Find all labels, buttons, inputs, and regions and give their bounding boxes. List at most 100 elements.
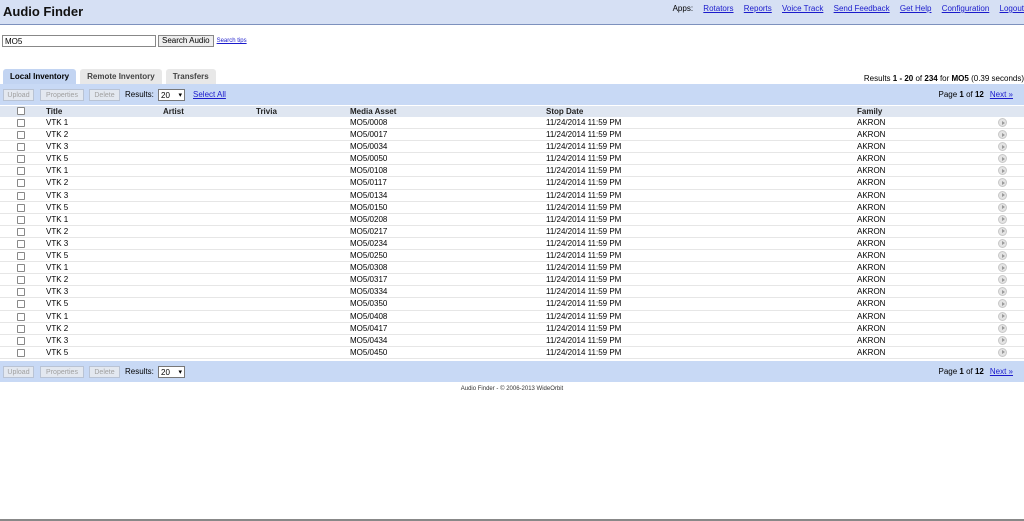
table-row[interactable]: VTK 1 MO5/0408 11/24/2014 11:59 PM AKRON <box>0 311 1024 323</box>
row-checkbox[interactable] <box>17 239 25 248</box>
play-icon[interactable] <box>998 142 1007 152</box>
column-artist[interactable]: Artist <box>163 107 184 116</box>
play-icon[interactable] <box>998 178 1007 188</box>
upload-button[interactable]: Upload <box>3 89 34 101</box>
play-icon[interactable] <box>998 311 1007 321</box>
table-row[interactable]: VTK 3 MO5/0434 11/24/2014 11:59 PM AKRON <box>0 335 1024 347</box>
row-checkbox[interactable] <box>17 179 25 188</box>
row-checkbox[interactable] <box>17 143 25 152</box>
results-per-page-select-bottom[interactable]: 20 ▾ <box>158 366 185 378</box>
play-icon[interactable] <box>998 335 1007 345</box>
row-checkbox[interactable] <box>17 227 25 236</box>
table-row[interactable]: VTK 5 MO5/0250 11/24/2014 11:59 PM AKRON <box>0 250 1024 263</box>
row-checkbox[interactable] <box>17 215 25 224</box>
select-all-link[interactable]: Select All <box>193 90 226 99</box>
table-row[interactable]: VTK 3 MO5/0234 11/24/2014 11:59 PM AKRON <box>0 238 1024 251</box>
table-row[interactable]: VTK 1 MO5/0008 11/24/2014 11:59 PM AKRON <box>0 117 1024 130</box>
get-help-link[interactable]: Get Help <box>900 4 932 13</box>
play-icon[interactable] <box>998 202 1007 212</box>
play-icon[interactable] <box>998 130 1007 140</box>
row-checkbox[interactable] <box>17 191 25 200</box>
row-checkbox[interactable] <box>17 264 25 273</box>
play-icon[interactable] <box>998 287 1007 297</box>
table-row[interactable]: VTK 5 MO5/0350 11/24/2014 11:59 PM AKRON <box>0 298 1024 311</box>
cell-media-asset: MO5/0034 <box>350 142 388 152</box>
play-icon[interactable] <box>998 166 1007 176</box>
column-stop-date[interactable]: Stop Date <box>546 107 583 116</box>
next-page-link[interactable]: Next » <box>990 90 1013 99</box>
row-checkbox[interactable] <box>17 276 25 285</box>
cell-stop-date: 11/24/2014 11:59 PM <box>546 347 622 357</box>
play-icon[interactable] <box>998 154 1007 164</box>
search-input[interactable] <box>2 35 156 47</box>
row-checkbox[interactable] <box>17 167 25 176</box>
play-icon[interactable] <box>998 214 1007 224</box>
table-row[interactable]: VTK 3 MO5/0134 11/24/2014 11:59 PM AKRON <box>0 190 1024 202</box>
play-icon[interactable] <box>998 226 1007 236</box>
page-count: 12 <box>974 90 984 99</box>
send-feedback-link[interactable]: Send Feedback <box>834 4 890 13</box>
results-query: MO5 <box>951 74 969 83</box>
row-checkbox[interactable] <box>17 119 25 127</box>
configuration-link[interactable]: Configuration <box>942 4 990 13</box>
search-audio-button[interactable]: Search Audio <box>158 35 214 47</box>
play-icon[interactable] <box>998 323 1007 333</box>
play-icon[interactable] <box>998 347 1007 357</box>
play-icon[interactable] <box>998 299 1007 309</box>
play-icon[interactable] <box>998 118 1007 127</box>
delete-button-bottom[interactable]: Delete <box>89 366 120 378</box>
voice-track-link[interactable]: Voice Track <box>782 4 823 13</box>
play-icon[interactable] <box>998 238 1007 248</box>
results-info: Results 1 - 20 of 234 for MO5 (0.39 seco… <box>864 74 1024 83</box>
tab-remote-inventory[interactable]: Remote Inventory <box>80 69 162 84</box>
select-all-checkbox[interactable] <box>17 107 25 115</box>
row-checkbox[interactable] <box>17 336 25 345</box>
column-media-asset[interactable]: Media Asset <box>350 107 396 116</box>
play-icon[interactable] <box>998 275 1007 285</box>
column-trivia[interactable]: Trivia <box>256 107 277 116</box>
results-per-page-select[interactable]: 20 ▾ <box>158 89 185 101</box>
table-row[interactable]: VTK 2 MO5/0117 11/24/2014 11:59 PM AKRON <box>0 177 1024 190</box>
row-checkbox[interactable] <box>17 131 25 140</box>
cell-title: VTK 3 <box>46 238 69 248</box>
play-icon[interactable] <box>998 190 1007 200</box>
table-row[interactable]: VTK 2 MO5/0217 11/24/2014 11:59 PM AKRON <box>0 226 1024 238</box>
column-title[interactable]: Title <box>46 107 62 116</box>
results-per-page-value: 20 <box>161 91 170 100</box>
table-row[interactable]: VTK 3 MO5/0334 11/24/2014 11:59 PM AKRON <box>0 286 1024 299</box>
row-checkbox[interactable] <box>17 312 25 321</box>
row-checkbox[interactable] <box>17 203 25 212</box>
table-row[interactable]: VTK 1 MO5/0308 11/24/2014 11:59 PM AKRON <box>0 262 1024 275</box>
table-row[interactable]: VTK 3 MO5/0034 11/24/2014 11:59 PM AKRON <box>0 141 1024 154</box>
upload-button-bottom[interactable]: Upload <box>3 366 34 378</box>
row-checkbox[interactable] <box>17 300 25 309</box>
row-checkbox[interactable] <box>17 155 25 164</box>
play-icon[interactable] <box>998 263 1007 273</box>
tab-transfers[interactable]: Transfers <box>165 69 216 84</box>
next-page-link-bottom[interactable]: Next » <box>990 367 1013 376</box>
delete-button[interactable]: Delete <box>89 89 120 101</box>
row-checkbox[interactable] <box>17 252 25 261</box>
tab-local-inventory[interactable]: Local Inventory <box>3 69 77 84</box>
table-row[interactable]: VTK 5 MO5/0150 11/24/2014 11:59 PM AKRON <box>0 202 1024 214</box>
table-row[interactable]: VTK 1 MO5/0208 11/24/2014 11:59 PM AKRON <box>0 214 1024 226</box>
properties-button-bottom[interactable]: Properties <box>40 366 84 378</box>
play-icon[interactable] <box>998 251 1007 261</box>
reports-link[interactable]: Reports <box>744 4 772 13</box>
row-checkbox[interactable] <box>17 348 25 357</box>
table-row[interactable]: VTK 5 MO5/0450 11/24/2014 11:59 PM AKRON <box>0 347 1024 359</box>
page-prefix-bottom: Page <box>938 367 960 376</box>
table-row[interactable]: VTK 5 MO5/0050 11/24/2014 11:59 PM AKRON <box>0 153 1024 166</box>
cell-family: AKRON <box>857 238 886 248</box>
properties-button[interactable]: Properties <box>40 89 84 101</box>
rotators-link[interactable]: Rotators <box>703 4 733 13</box>
table-row[interactable]: VTK 2 MO5/0417 11/24/2014 11:59 PM AKRON <box>0 323 1024 335</box>
search-tips-link[interactable]: Search tips <box>217 38 247 44</box>
logout-link[interactable]: Logout <box>1000 4 1024 13</box>
row-checkbox[interactable] <box>17 324 25 333</box>
table-row[interactable]: VTK 1 MO5/0108 11/24/2014 11:59 PM AKRON <box>0 165 1024 178</box>
row-checkbox[interactable] <box>17 288 25 297</box>
column-family[interactable]: Family <box>857 107 882 116</box>
table-row[interactable]: VTK 2 MO5/0017 11/24/2014 11:59 PM AKRON <box>0 129 1024 142</box>
table-row[interactable]: VTK 2 MO5/0317 11/24/2014 11:59 PM AKRON <box>0 274 1024 287</box>
